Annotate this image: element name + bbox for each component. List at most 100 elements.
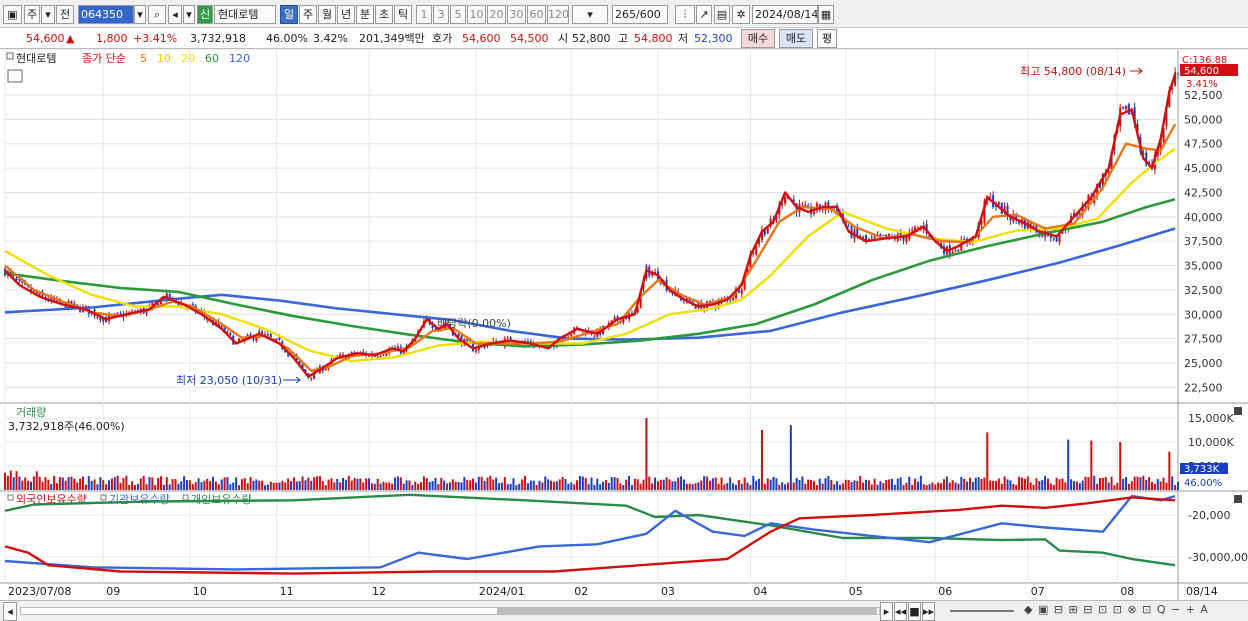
gear-icon[interactable]: ✲	[732, 5, 750, 24]
search-icon[interactable]: ⌕	[148, 5, 166, 24]
volume-bar	[1119, 442, 1122, 490]
volume-bar	[405, 480, 408, 490]
period-button-5[interactable]: 초	[375, 5, 393, 24]
draw-icon[interactable]: ↗	[696, 5, 712, 24]
volume-bar	[18, 476, 21, 490]
volume-bar	[966, 481, 969, 490]
volume-bar	[818, 478, 821, 490]
forward-icon[interactable]: ▸▸	[922, 602, 935, 621]
volume-bar	[616, 478, 619, 490]
volume-bar	[21, 480, 24, 490]
rewind-icon[interactable]: ◂◂	[894, 602, 907, 621]
holdings-legend-2: 개인보유수량	[191, 493, 252, 506]
volume-bar	[1055, 477, 1058, 490]
interval-button-20[interactable]: 20	[487, 5, 506, 24]
market-select[interactable]: 주	[24, 5, 40, 24]
volume-bar	[32, 476, 35, 490]
volume-bar	[682, 479, 685, 490]
volume-bar	[394, 477, 397, 490]
quote-volume-ratio: 46.00%	[266, 32, 308, 45]
volume-bar	[9, 470, 12, 490]
legend-item-5: 120	[229, 52, 250, 65]
volume-bar	[879, 481, 882, 490]
volume-bar	[905, 482, 908, 490]
sell-button[interactable]: 매도	[779, 29, 813, 48]
volume-bar	[469, 480, 472, 490]
interval-button-120[interactable]: 120	[547, 5, 569, 24]
period-button-2[interactable]: 월	[318, 5, 336, 24]
stock-name-field[interactable]: 현대로템	[214, 5, 276, 24]
volume-bar	[957, 483, 960, 490]
buy-button[interactable]: 매수	[741, 29, 775, 48]
volume-bar	[642, 479, 645, 490]
volume-bar	[307, 477, 310, 490]
volume-bar	[1072, 481, 1076, 490]
volume-bar	[547, 479, 550, 490]
volume-bar	[552, 481, 555, 490]
window-icon[interactable]: ▣	[3, 5, 22, 24]
code-input[interactable]: 064350	[78, 5, 134, 24]
volume-bar	[645, 418, 648, 490]
period-button-3[interactable]: 년	[337, 5, 355, 24]
interval-button-5[interactable]: 5	[450, 5, 466, 24]
market-dropdown-icon[interactable]: ▾	[41, 5, 55, 24]
period-button-0[interactable]: 일	[280, 5, 298, 24]
candle-body	[249, 334, 252, 336]
speaker-dropdown-icon[interactable]: ▾	[183, 5, 195, 24]
volume-bar	[379, 483, 382, 490]
stock-chart[interactable]: 22,500 25,000 27,500 30,000 32,500 35,000 37,5…	[0, 50, 1248, 600]
volume-bar	[183, 476, 186, 490]
interval-button-60[interactable]: 60	[527, 5, 546, 24]
scroll-left-icon[interactable]: ◂	[3, 602, 17, 621]
chart-tools[interactable]: ◆ ▣ ⊟ ⊞ ⊟ ⊡ ⊡ ⊗ ⊡ Q − + A	[1024, 603, 1209, 616]
date-field[interactable]: 2024/08/14	[752, 5, 818, 24]
interval-button-1[interactable]: 1	[416, 5, 432, 24]
volume-bar	[278, 482, 281, 490]
volume-bar	[168, 484, 171, 490]
volume-bar	[954, 482, 957, 490]
volume-bar	[443, 480, 446, 490]
period-button-4[interactable]: 분	[356, 5, 374, 24]
count-field[interactable]: 265/600	[612, 5, 668, 24]
volume-bar	[1029, 482, 1032, 490]
interval-button-10[interactable]: 10	[467, 5, 486, 24]
volume-bar	[235, 477, 238, 490]
stock-name: 현대로템	[218, 8, 259, 21]
quote-turnover: 3.42%	[313, 32, 348, 45]
volume-bar	[503, 477, 506, 490]
candle-body	[570, 333, 573, 337]
period-button-1[interactable]: 주	[299, 5, 317, 24]
volume-bar	[951, 480, 954, 490]
scroll-track[interactable]	[20, 607, 880, 615]
interval-button-3[interactable]: 3	[433, 5, 449, 24]
quote-amount: 201,349백만	[359, 32, 425, 45]
scroll-thumb[interactable]	[497, 608, 877, 614]
interval-button-30[interactable]: 30	[507, 5, 526, 24]
chart-type-icon[interactable]: ⫶	[675, 5, 695, 24]
volume-bar	[480, 476, 483, 490]
volume-bar	[197, 478, 200, 490]
code-dropdown-icon[interactable]: ▾	[134, 5, 146, 24]
last-price-label: 54,600	[1184, 66, 1219, 77]
zoom-slider[interactable]	[950, 610, 1014, 612]
interval-custom-select[interactable]: ▾	[572, 5, 608, 24]
candle-body	[766, 228, 769, 234]
save-icon[interactable]: ▤	[714, 5, 730, 24]
speaker-icon[interactable]: ◂	[168, 5, 182, 24]
stop-icon[interactable]: ■	[908, 602, 921, 621]
volume-bar	[983, 477, 986, 490]
next-icon[interactable]: ▸	[880, 602, 893, 621]
period-button-6[interactable]: 틱	[394, 5, 412, 24]
volume-bar	[732, 483, 735, 490]
volume-bar	[1093, 475, 1096, 490]
eval-button[interactable]: 평	[817, 29, 837, 48]
mode-button[interactable]: 전	[56, 5, 74, 24]
candle-body	[266, 334, 269, 336]
volume-bar	[238, 485, 241, 490]
volume-bar	[890, 478, 893, 490]
volume-bar	[867, 480, 870, 490]
count-max: /600	[636, 8, 661, 21]
volume-bar	[827, 475, 830, 490]
quote-change: 1,800	[96, 32, 128, 45]
calendar-icon[interactable]: ▦	[818, 5, 834, 24]
